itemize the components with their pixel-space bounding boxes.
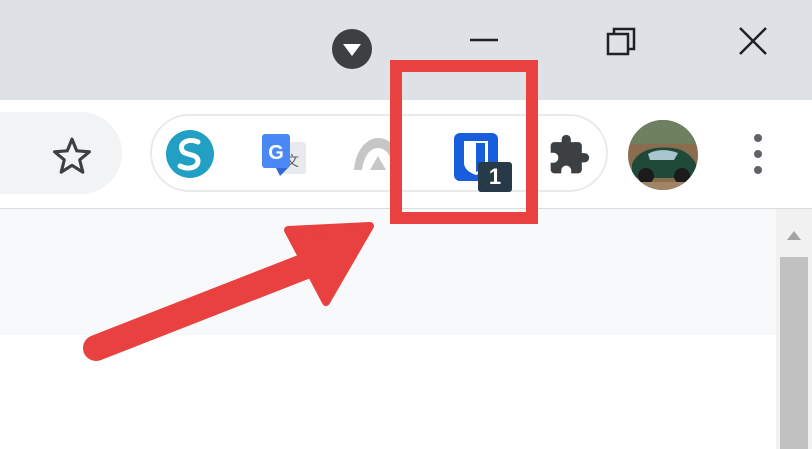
dropdown-icon — [332, 29, 372, 69]
minimize-button[interactable] — [462, 22, 508, 62]
close-button[interactable] — [730, 22, 776, 62]
minimize-icon — [470, 38, 498, 42]
vertical-scrollbar[interactable] — [776, 209, 812, 449]
profile-photo — [628, 120, 698, 190]
scroll-up-arrow-icon — [787, 231, 801, 240]
pointer-arrow — [83, 222, 374, 361]
extensions-menu-button[interactable] — [544, 130, 594, 180]
bookmark-star-button[interactable] — [44, 130, 100, 182]
scroll-thumb[interactable] — [780, 257, 808, 449]
simplenote-extension-button[interactable] — [162, 126, 218, 182]
chrome-menu-button[interactable] — [740, 126, 776, 182]
google-translate-icon: 文 G — [262, 134, 306, 176]
puzzle-piece-icon — [550, 134, 590, 174]
google-translate-extension-button[interactable]: 文 G — [256, 128, 312, 184]
svg-text:G: G — [268, 142, 284, 164]
simplenote-icon — [166, 130, 214, 178]
star-icon — [53, 137, 91, 174]
restore-button[interactable] — [598, 22, 644, 62]
menu-dot — [754, 166, 762, 174]
menu-dot — [754, 150, 762, 158]
tab-search-button[interactable] — [331, 28, 373, 70]
close-icon — [739, 27, 767, 55]
highlight-box — [390, 60, 538, 224]
menu-dot — [754, 134, 762, 142]
scroll-up-button[interactable] — [776, 215, 812, 255]
profile-avatar[interactable] — [628, 120, 698, 190]
restore-icon — [606, 27, 636, 56]
